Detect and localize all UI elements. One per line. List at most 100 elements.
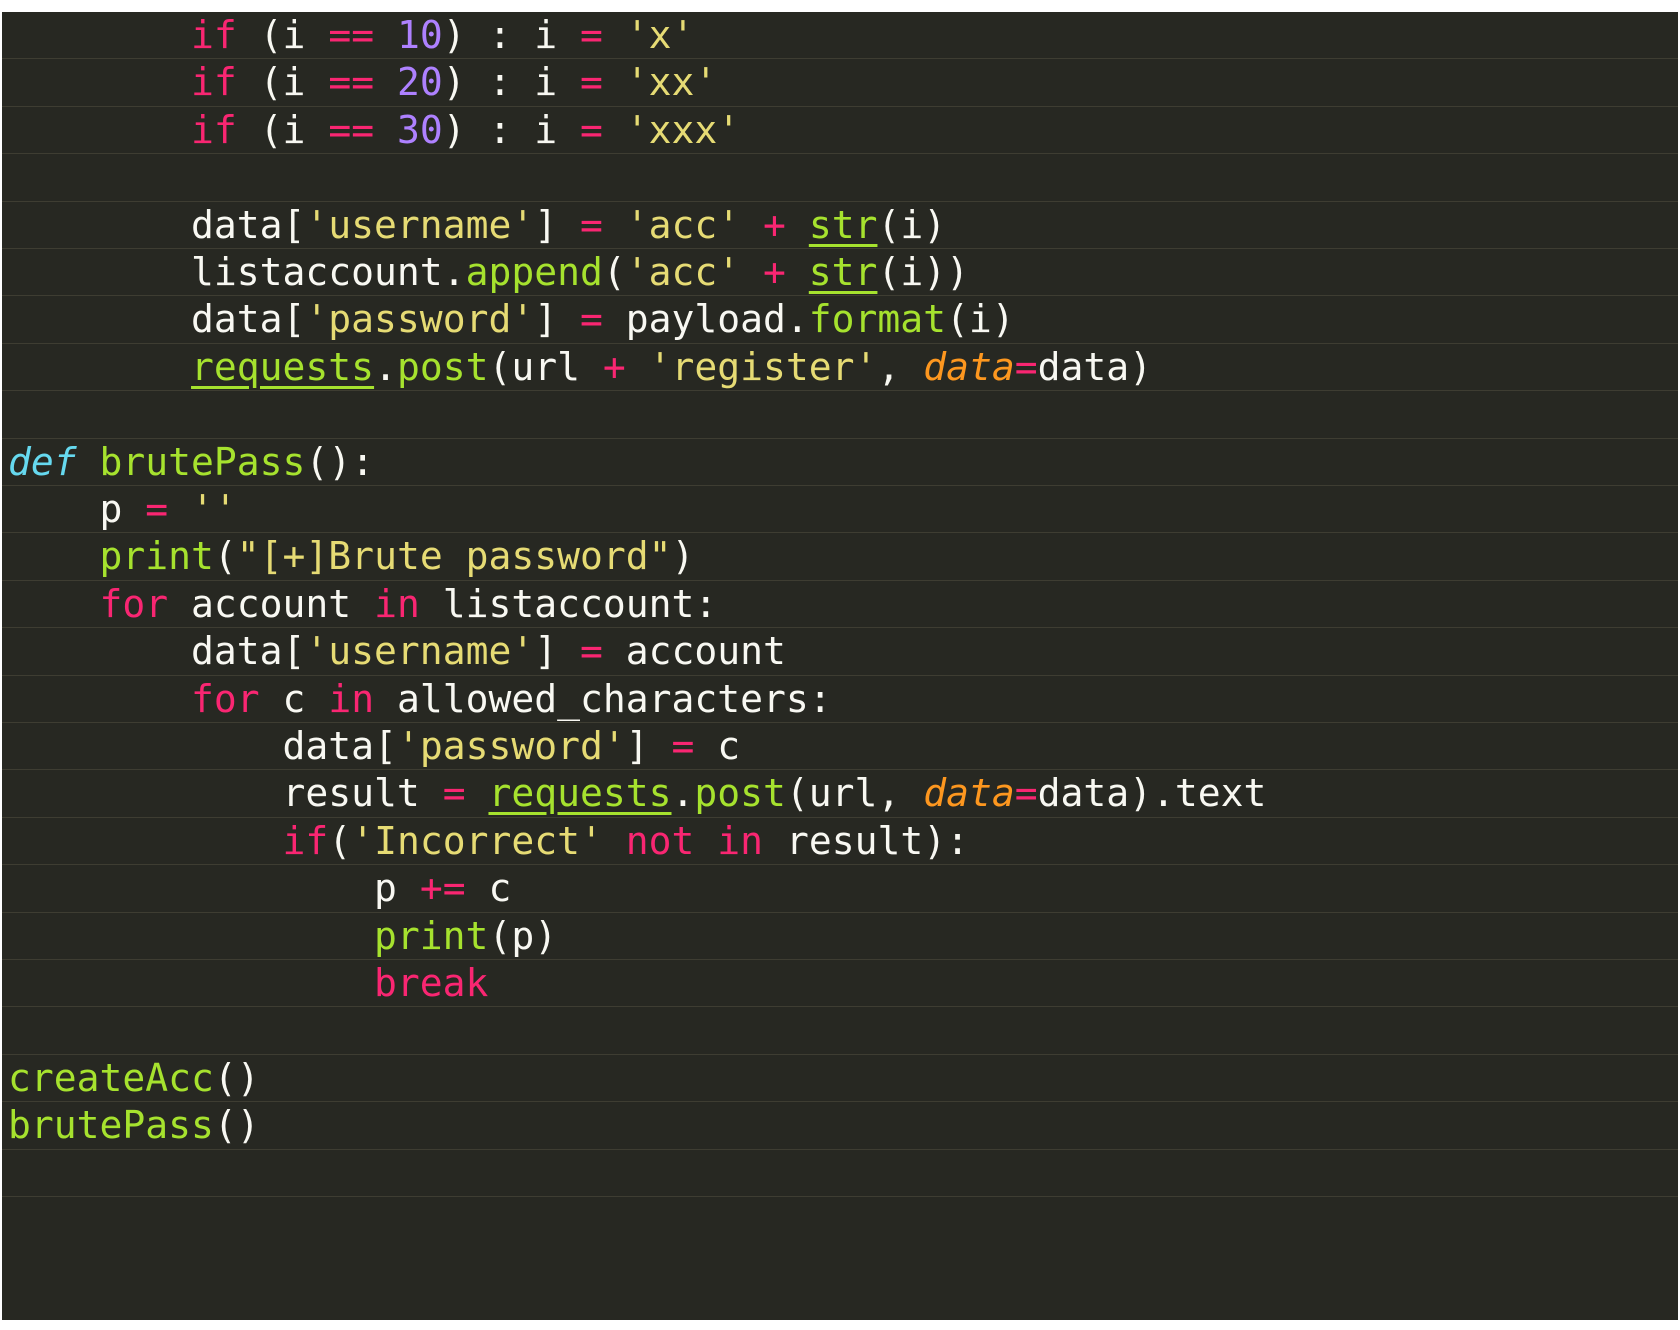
code-token: requests	[488, 771, 672, 816]
code-token: =	[671, 724, 695, 768]
code-token: data[	[8, 724, 397, 768]
code-token: if	[191, 60, 237, 105]
code-line[interactable]: data['username'] = account	[2, 628, 1678, 676]
code-line[interactable]: if (i == 10) : i = 'x'	[2, 12, 1678, 60]
code-token: in	[328, 676, 375, 721]
code-token: 30	[396, 107, 443, 152]
code-line-text: data['password'] = c	[8, 723, 741, 770]
code-token: +	[763, 202, 786, 247]
code-line[interactable]: def brutePass():	[2, 439, 1678, 486]
code-token: data)	[1037, 344, 1152, 389]
code-line-text: print("[+]Brute password")	[8, 533, 695, 580]
code-token: (p)	[488, 913, 558, 958]
code-line[interactable]: listaccount.append('acc' + str(i))	[2, 249, 1678, 297]
code-token: format	[808, 297, 947, 342]
code-line[interactable]: brutePass()	[2, 1102, 1678, 1150]
code-line[interactable]: for c in allowed_characters:	[2, 676, 1678, 723]
code-token: 'username'	[305, 629, 535, 674]
code-line-text: createAcc()	[8, 1055, 260, 1102]
code-token: (i	[236, 107, 329, 152]
code-line[interactable]: requests.post(url + 'register', data=dat…	[2, 344, 1678, 392]
code-token: c	[694, 724, 741, 768]
code-token: post	[396, 344, 489, 389]
code-token: data[	[8, 629, 306, 674]
code-token: print	[99, 534, 214, 579]
code-line-text: listaccount.append('acc' + str(i))	[8, 249, 969, 296]
code-line[interactable]	[2, 1150, 1678, 1197]
code-line[interactable]: if (i == 20) : i = 'xx'	[2, 59, 1678, 107]
code-token: p	[8, 866, 420, 911]
code-token: ()	[213, 1103, 260, 1148]
code-token: 'register'	[648, 344, 878, 389]
code-token: requests	[191, 344, 375, 389]
code-line[interactable]: data['password'] = payload.format(i)	[2, 296, 1678, 344]
code-line[interactable]: if('Incorrect' not in result):	[2, 818, 1678, 866]
code-token: ()	[213, 1055, 260, 1100]
code-token: for	[99, 581, 169, 626]
code-editor[interactable]: if (i == 10) : i = 'x' if (i == 20) : i …	[2, 12, 1678, 1320]
code-token: listaccount.	[8, 250, 466, 294]
code-token: "[+]Brute password"	[236, 534, 672, 579]
code-token: ) : i	[442, 13, 581, 57]
code-line[interactable]: for account in listaccount:	[2, 581, 1678, 629]
code-token: account	[602, 629, 786, 674]
code-line-text: print(p)	[8, 913, 557, 960]
code-line-text: if (i == 20) : i = 'xx'	[8, 59, 717, 106]
code-line-text: data['username'] = account	[8, 628, 786, 675]
code-token: ==	[328, 60, 375, 105]
code-token: 'username'	[305, 202, 535, 247]
code-token: p	[8, 487, 146, 531]
code-line[interactable]	[2, 1007, 1678, 1055]
code-line-text: data['username'] = 'acc' + str(i)	[8, 202, 946, 249]
code-token: allowed_characters:	[374, 676, 832, 721]
code-token: result):	[763, 818, 969, 863]
code-token: if	[191, 13, 237, 57]
code-line[interactable]: createAcc()	[2, 1055, 1678, 1103]
code-line[interactable]: p = ''	[2, 486, 1678, 534]
code-token: ''	[191, 487, 237, 531]
code-line-text: requests.post(url + 'register', data=dat…	[8, 344, 1152, 391]
code-token: 'Incorrect'	[351, 818, 603, 863]
code-line[interactable]: print("[+]Brute password")	[2, 533, 1678, 581]
code-token: str	[808, 250, 878, 294]
code-token: (i	[236, 60, 329, 105]
code-token: (i)	[877, 202, 947, 247]
code-line[interactable]: print(p)	[2, 913, 1678, 960]
code-line[interactable]: data['password'] = c	[2, 723, 1678, 771]
code-line-text: data['password'] = payload.format(i)	[8, 296, 1015, 343]
code-token: append	[465, 250, 603, 294]
code-line[interactable]: data['username'] = 'acc' + str(i)	[2, 202, 1678, 249]
code-token: not	[625, 818, 695, 863]
code-token: =	[579, 297, 603, 342]
code-token: =	[580, 13, 603, 57]
code-token: +=	[419, 866, 466, 911]
code-line[interactable]: p += c	[2, 865, 1678, 913]
code-line[interactable]	[2, 154, 1678, 202]
code-line[interactable]: break	[2, 960, 1678, 1008]
code-token: (i)	[946, 297, 1015, 342]
code-line[interactable]	[2, 391, 1678, 439]
code-token: =	[145, 487, 169, 531]
code-token: .	[671, 771, 695, 816]
code-token: ]	[625, 724, 672, 768]
code-line[interactable]: if (i == 30) : i = 'xxx'	[2, 107, 1678, 155]
code-token: ==	[328, 13, 375, 57]
code-line[interactable]: result = requests.post(url, data=data).t…	[2, 770, 1678, 818]
code-token: =	[1014, 771, 1038, 816]
code-token: data[	[8, 297, 306, 342]
code-token: 'password'	[305, 297, 535, 342]
code-token: =	[580, 60, 603, 105]
code-token: (url	[488, 344, 603, 389]
